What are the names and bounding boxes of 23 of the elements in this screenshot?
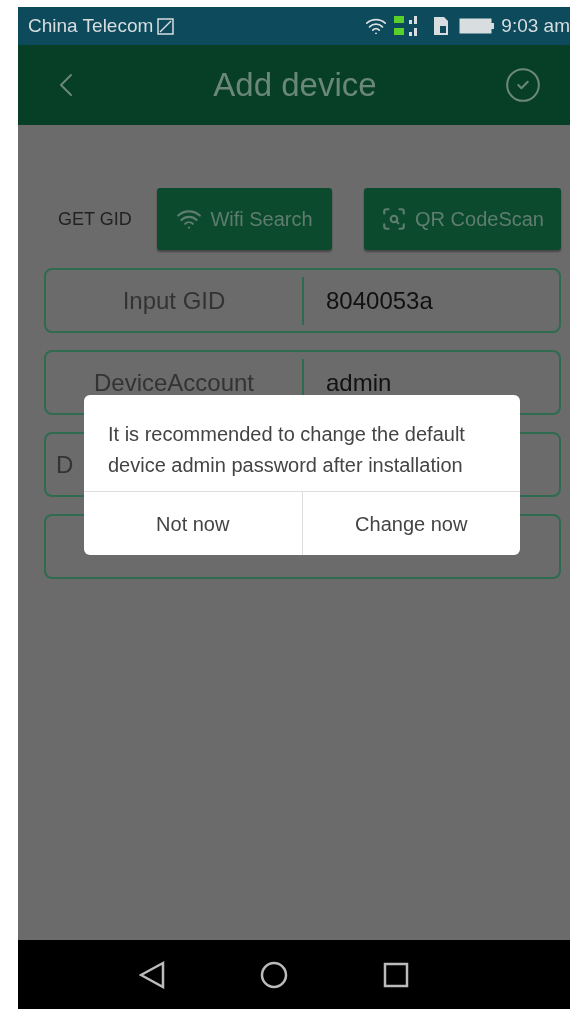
- wifi-search-button[interactable]: Wifi Search: [157, 188, 332, 250]
- scan-search-icon: [381, 206, 407, 232]
- get-gid-label: GET GID: [58, 207, 133, 231]
- battery-icon: [459, 18, 496, 34]
- change-password-button[interactable]: Change now: [302, 492, 520, 555]
- field-label: D: [55, 449, 74, 480]
- carrier-name: China Telecom: [28, 13, 154, 38]
- clock-time: 9:03 am: [501, 13, 570, 38]
- dismiss-button[interactable]: Not now: [84, 492, 303, 555]
- sim-card-icon: [433, 16, 450, 36]
- image-notification-icon: [157, 17, 175, 35]
- recent-apps-icon[interactable]: [383, 961, 409, 988]
- confirm-icon[interactable]: [504, 66, 542, 104]
- field-label: Input GID: [121, 285, 227, 316]
- back-icon[interactable]: [139, 960, 165, 989]
- home-icon[interactable]: [260, 960, 288, 989]
- field-label: DeviceAccount: [92, 367, 256, 398]
- field-value: admin: [325, 367, 392, 398]
- qr-scan-button[interactable]: QR CodeScan: [364, 188, 561, 250]
- form-field[interactable]: Input GID 8040053a: [44, 268, 561, 333]
- header-title: Add device: [212, 65, 378, 106]
- dialog-message: It is recommended to change the default device admin password after installation: [107, 422, 466, 478]
- field-value: 8040053a: [325, 285, 433, 316]
